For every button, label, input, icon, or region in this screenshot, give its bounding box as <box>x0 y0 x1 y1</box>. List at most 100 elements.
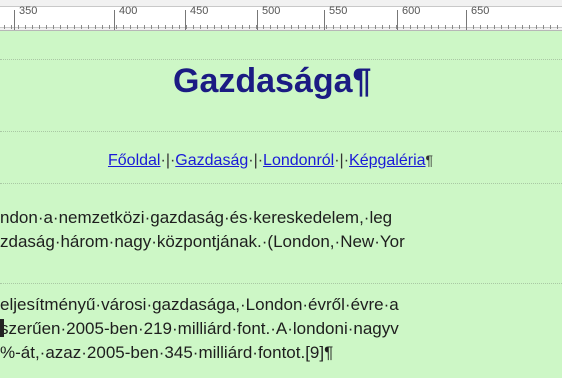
ruler-tick <box>200 25 201 29</box>
ruler-tick <box>543 25 544 29</box>
ruler-tick <box>480 25 481 29</box>
ruler-tick <box>81 25 82 29</box>
document-page[interactable]: Gazdasága¶ Főoldal·|·Gazdaság·|·Londonró… <box>0 31 562 378</box>
ruler-tick <box>32 25 33 29</box>
ruler-major-tick <box>324 10 325 30</box>
ruler-tick <box>410 25 411 29</box>
ruler-major-tick <box>114 10 115 30</box>
ruler-label: 650 <box>471 5 490 17</box>
paragraph-2-line-1: eljesítményű·városi·gazdasága,·London·év… <box>0 295 399 314</box>
ruler-tick <box>305 25 306 29</box>
ruler-tick <box>550 25 551 29</box>
ruler-tick <box>88 25 89 29</box>
ruler-tick <box>368 25 369 29</box>
ruler-tick <box>326 25 327 29</box>
ruler-tick <box>95 25 96 29</box>
ruler-tick <box>494 25 495 29</box>
ruler-major-tick <box>257 10 258 30</box>
ruler-tick <box>25 25 26 29</box>
ruler-tick <box>102 25 103 29</box>
ruler-tick <box>361 25 362 29</box>
ruler-tick <box>11 25 12 29</box>
ruler-tick <box>459 25 460 29</box>
ruler-tick <box>291 25 292 29</box>
text-marker <box>0 319 4 337</box>
ruler-major-tick <box>466 10 467 30</box>
ruler-tick <box>186 25 187 29</box>
ruler-tick <box>487 25 488 29</box>
ruler-major-tick <box>14 10 15 30</box>
ruler-tick <box>438 25 439 29</box>
ruler-tick <box>529 25 530 29</box>
ruler-label: 500 <box>262 5 281 17</box>
ruler-label: 550 <box>329 5 348 17</box>
ruler-tick <box>165 25 166 29</box>
ruler-tick <box>375 25 376 29</box>
paragraph-2-line-3: %-át,·azaz·2005-ben·345·milliárd·fontot.… <box>0 343 334 362</box>
ruler-tick <box>473 25 474 29</box>
ruler-label: 600 <box>402 5 421 17</box>
nav-separator: ·|· <box>160 152 176 169</box>
ruler-tick <box>46 25 47 29</box>
ruler-tick <box>18 25 19 29</box>
ruler-tick <box>137 25 138 29</box>
ruler-tick <box>298 25 299 29</box>
link-gallery[interactable]: Képgaléria <box>349 152 426 169</box>
ruler-tick <box>424 25 425 29</box>
link-economy[interactable]: Gazdaság <box>175 152 248 169</box>
ruler-tick <box>536 25 537 29</box>
ruler-tick <box>522 25 523 29</box>
ruler-major-tick <box>397 10 398 30</box>
ruler-tick <box>270 25 271 29</box>
ruler-tick <box>263 25 264 29</box>
ruler-tick <box>39 25 40 29</box>
pilcrow-mark: ¶ <box>352 62 372 100</box>
ruler-tick <box>221 25 222 29</box>
ruler-tick <box>284 25 285 29</box>
page-heading[interactable]: Gazdasága¶ <box>173 62 371 101</box>
ruler-label: 400 <box>119 5 138 17</box>
ruler-label: 450 <box>190 5 209 17</box>
ruler-tick <box>172 25 173 29</box>
ruler-tick <box>235 25 236 29</box>
paragraph-1-line-2: zdaság·három·nagy·központjának.·(London,… <box>0 232 405 251</box>
ruler-tick <box>60 25 61 29</box>
ruler-tick <box>179 25 180 29</box>
ruler-tick <box>452 25 453 29</box>
ruler-label: 350 <box>19 5 38 17</box>
ruler-tick <box>501 25 502 29</box>
ruler-tick <box>431 25 432 29</box>
nav-separator: ·|· <box>334 152 350 169</box>
ruler-tick <box>151 25 152 29</box>
heading-text: Gazdasága <box>173 62 353 100</box>
ruler-tick <box>382 25 383 29</box>
ruler-tick <box>144 25 145 29</box>
ruler-tick <box>557 25 558 29</box>
ruler-tick <box>277 25 278 29</box>
horizontal-ruler[interactable]: 350 400 450 500 550 600 650 <box>0 0 562 31</box>
ruler-tick <box>116 25 117 29</box>
ruler-tick <box>508 25 509 29</box>
ruler-tick <box>158 25 159 29</box>
link-home[interactable]: Főoldal <box>108 152 160 169</box>
ruler-tick <box>515 25 516 29</box>
ruler-tick <box>403 25 404 29</box>
ruler-tick <box>312 25 313 29</box>
cell-border <box>0 59 562 60</box>
nav-links: Főoldal·|·Gazdaság·|·Londonról·|·Képgalé… <box>108 152 433 170</box>
ruler-tick <box>67 25 68 29</box>
ruler-tick <box>207 25 208 29</box>
cell-border <box>0 183 562 184</box>
ruler-tick <box>417 25 418 29</box>
cell-border <box>0 131 562 132</box>
ruler-tick <box>347 25 348 29</box>
cell-border <box>0 283 562 284</box>
paragraph-2-line-2: szerűen·2005-ben·219·milliárd·font.·A·lo… <box>0 319 399 338</box>
ruler-tick <box>242 25 243 29</box>
ruler-tick <box>123 25 124 29</box>
ruler-tick <box>333 25 334 29</box>
link-about-london[interactable]: Londonról <box>263 152 334 169</box>
paragraph-1-line-1: ndon·a·nemzetközi·gazdaság·és·kereskedel… <box>0 208 393 227</box>
ruler-major-tick <box>185 10 186 30</box>
ruler-tick <box>109 25 110 29</box>
